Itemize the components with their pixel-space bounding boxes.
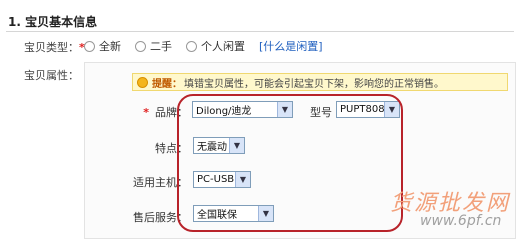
- lightbulb-icon: [137, 76, 148, 88]
- radio-option-used[interactable]: 二手: [135, 38, 172, 54]
- item-type-label: 宝贝类型：: [24, 41, 79, 54]
- radio-unchecked-icon[interactable]: [186, 40, 197, 52]
- watermark-url: www.6pf.cn: [420, 213, 502, 229]
- highlight-outline: [177, 94, 403, 232]
- item-type-label-wrap: 宝贝类型：*: [24, 39, 85, 55]
- radio-unchecked-icon[interactable]: [84, 40, 95, 52]
- section-title: 1. 宝贝基本信息: [8, 15, 98, 29]
- radio-label-new: 全新: [99, 40, 121, 53]
- radio-option-new[interactable]: 全新: [84, 38, 121, 54]
- section-divider: [6, 31, 514, 32]
- radio-option-idle[interactable]: 个人闲置: [186, 38, 245, 54]
- item-type-radio-group: 全新 二手 个人闲置 [什么是闲置]: [84, 38, 323, 54]
- tip-text: 填错宝贝属性，可能会引起宝贝下架，影响您的正常销售。: [184, 78, 444, 90]
- warning-tip: 提醒： 填错宝贝属性，可能会引起宝贝下架，影响您的正常销售。: [132, 73, 508, 91]
- radio-label-used: 二手: [150, 40, 172, 53]
- what-is-idle-link[interactable]: [什么是闲置]: [259, 38, 323, 54]
- required-mark: *: [143, 106, 149, 119]
- item-attributes-label: 宝贝属性：: [24, 69, 79, 82]
- tip-title: 提醒：: [152, 78, 182, 90]
- radio-unchecked-icon[interactable]: [135, 40, 146, 52]
- radio-label-idle: 个人闲置: [201, 40, 245, 53]
